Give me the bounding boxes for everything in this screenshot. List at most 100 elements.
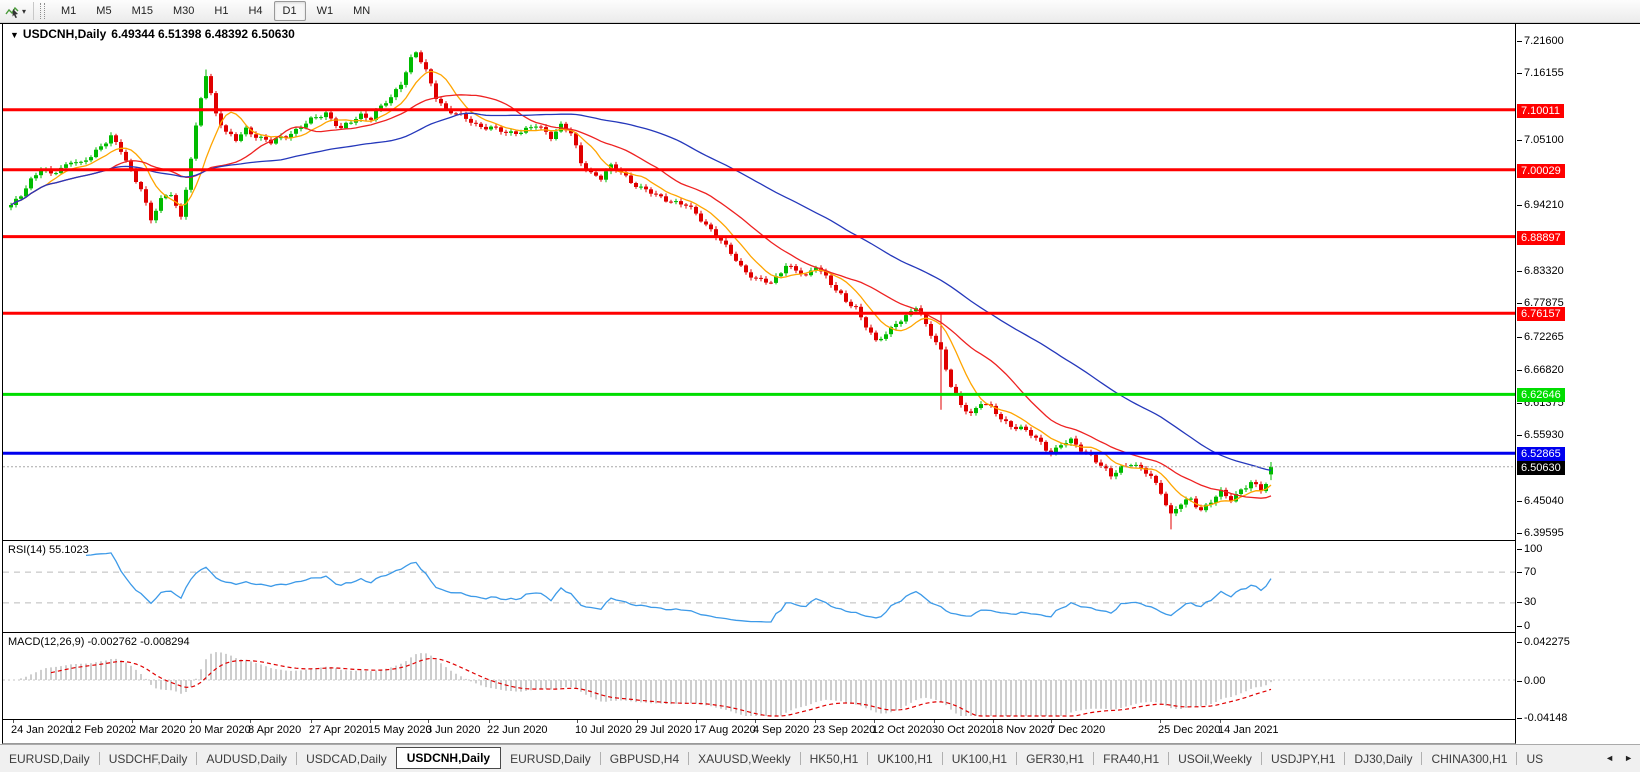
chart-tab-ger30-h1[interactable]: GER30,H1: [1017, 748, 1093, 770]
date-tick-mark: [637, 720, 638, 723]
chart-tab-hk50-h1[interactable]: HK50,H1: [801, 748, 868, 770]
date-axis-label: 22 Jun 2020: [487, 724, 548, 736]
timeframe-button-h1[interactable]: H1: [205, 1, 237, 21]
toolbar-grip: [40, 3, 45, 19]
chart-tab-usdcnh-daily[interactable]: USDCNH,Daily: [396, 747, 501, 769]
date-axis-label: 2 Mar 2020: [130, 724, 186, 736]
date-tick-mark: [815, 720, 816, 723]
date-axis-label: 12 Feb 2020: [69, 724, 131, 736]
rsi-chart[interactable]: [3, 541, 1515, 631]
price-axis-label: 6.66820: [1524, 364, 1564, 376]
tab-scroll-nav: ◄►: [1595, 744, 1638, 772]
chart-tab-audusd-daily[interactable]: AUDUSD,Daily: [197, 748, 296, 770]
date-tick-mark: [132, 720, 133, 723]
chart-panels: ▼USDCNH,Daily6.49344 6.51398 6.48392 6.5…: [2, 24, 1516, 744]
date-axis-label: 18 Nov 2020: [991, 724, 1053, 736]
tool-dropdown-caret-icon[interactable]: ▾: [22, 7, 26, 16]
date-tick-mark: [428, 720, 429, 723]
rsi-axis-label: 70: [1524, 566, 1536, 578]
toolbar-separator: [33, 2, 34, 20]
price-axis-label: 6.72265: [1524, 331, 1564, 343]
timeframe-button-w1[interactable]: W1: [308, 1, 343, 21]
price-axis-label: 6.39595: [1524, 527, 1564, 539]
macd-panel[interactable]: MACD(12,26,9) -0.002762 -0.008294: [3, 633, 1515, 720]
price-axis-label: 6.83320: [1524, 265, 1564, 277]
date-tick-mark: [874, 720, 875, 723]
ma-slow-line: [11, 113, 1271, 470]
chart-tab-us[interactable]: US: [1517, 748, 1552, 770]
level-price-badge: 7.10011: [1517, 104, 1564, 118]
rsi-line: [86, 553, 1271, 622]
date-axis-label: 15 May 2020: [368, 724, 432, 736]
date-axis-label: 17 Aug 2020: [694, 724, 756, 736]
candlestick-chart[interactable]: [3, 24, 1515, 539]
date-axis-label: 3 Jun 2020: [426, 724, 480, 736]
macd-axis-label: 0.00: [1524, 675, 1545, 687]
level-price-badge: 6.52865: [1517, 447, 1565, 461]
date-tick-mark: [191, 720, 192, 723]
chart-tab-usdjpy-h1[interactable]: USDJPY,H1: [1262, 748, 1344, 770]
chart-tab-uk100-h1[interactable]: UK100,H1: [943, 748, 1016, 770]
date-tick-mark: [1220, 720, 1221, 723]
candles-layer: [9, 50, 1273, 529]
date-tick-mark: [370, 720, 371, 723]
date-tick-mark: [489, 720, 490, 723]
tab-scroll-right-icon[interactable]: ►: [1619, 750, 1638, 766]
date-axis-label: 27 Apr 2020: [309, 724, 368, 736]
price-axis-label: 7.05100: [1524, 134, 1564, 146]
macd-axis-label: -0.04148: [1524, 712, 1567, 724]
chart-tab-dj30-daily[interactable]: DJ30,Daily: [1345, 748, 1421, 770]
chart-tab-eurusd-daily[interactable]: EURUSD,Daily: [0, 748, 99, 770]
rsi-axis-label: 0: [1524, 620, 1530, 632]
chart-tab-usdcad-daily[interactable]: USDCAD,Daily: [297, 748, 396, 770]
collapse-caret-icon[interactable]: ▼: [10, 30, 19, 40]
chart-tab-fra40-h1[interactable]: FRA40,H1: [1094, 748, 1168, 770]
price-axis-label: 7.16155: [1524, 67, 1564, 79]
top-toolbar: ▾ M1M5M15M30H1H4D1W1MN: [0, 0, 1640, 23]
timeframe-button-m5[interactable]: M5: [87, 1, 120, 21]
chart-tab-gbpusd-h4[interactable]: GBPUSD,H4: [601, 748, 688, 770]
timeframe-button-m1[interactable]: M1: [52, 1, 85, 21]
chart-workspace: ▼USDCNH,Daily6.49344 6.51398 6.48392 6.5…: [0, 23, 1640, 744]
date-axis-label: 10 Jul 2020: [575, 724, 632, 736]
price-axis-label: 6.45040: [1524, 495, 1564, 507]
chart-tab-usoil-weekly[interactable]: USOil,Weekly: [1169, 748, 1261, 770]
macd-chart[interactable]: [3, 633, 1515, 718]
date-axis-label: 14 Jan 2021: [1218, 724, 1279, 736]
price-axis-label: 6.55930: [1524, 429, 1564, 441]
date-axis: 24 Jan 202012 Feb 20202 Mar 202020 Mar 2…: [3, 720, 1515, 743]
date-tick-mark: [755, 720, 756, 723]
date-axis-label: 25 Dec 2020: [1158, 724, 1220, 736]
timeframe-buttons: M1M5M15M30H1H4D1W1MN: [51, 0, 380, 22]
date-axis-label: 30 Oct 2020: [932, 724, 992, 736]
ma-mid-line: [11, 95, 1271, 498]
timeframe-button-d1[interactable]: D1: [274, 1, 306, 21]
date-tick-mark: [1051, 720, 1052, 723]
timeframe-button-h4[interactable]: H4: [239, 1, 271, 21]
timeframe-button-m15[interactable]: M15: [123, 1, 162, 21]
tab-scroll-left-icon[interactable]: ◄: [1600, 750, 1619, 766]
date-axis-label: 24 Jan 2020: [11, 724, 72, 736]
timeframe-button-mn[interactable]: MN: [344, 1, 379, 21]
date-tick-mark: [1160, 720, 1161, 723]
level-price-badge: 6.76157: [1517, 307, 1565, 321]
chart-tab-uk100-h1[interactable]: UK100,H1: [868, 748, 941, 770]
date-axis-label: 20 Mar 2020: [189, 724, 251, 736]
chart-cursor-icon[interactable]: [3, 3, 21, 19]
chart-tab-usdchf-daily[interactable]: USDCHF,Daily: [100, 748, 197, 770]
timeframe-button-m30[interactable]: M30: [164, 1, 203, 21]
rsi-panel[interactable]: RSI(14) 55.1023: [3, 541, 1515, 633]
date-tick-mark: [13, 720, 14, 723]
date-axis-label: 7 Dec 2020: [1049, 724, 1105, 736]
chart-tab-eurusd-daily[interactable]: EURUSD,Daily: [501, 748, 600, 770]
chart-tab-xauusd-weekly[interactable]: XAUUSD,Weekly: [689, 748, 799, 770]
chart-tab-china300-h1[interactable]: CHINA300,H1: [1422, 748, 1516, 770]
current-price-badge: 6.50630: [1517, 461, 1565, 475]
date-tick-mark: [71, 720, 72, 723]
date-axis-label: 23 Sep 2020: [813, 724, 875, 736]
macd-label: MACD(12,26,9) -0.002762 -0.008294: [8, 636, 190, 648]
chart-title: ▼USDCNH,Daily6.49344 6.51398 6.48392 6.5…: [10, 27, 295, 41]
main-chart-panel[interactable]: ▼USDCNH,Daily6.49344 6.51398 6.48392 6.5…: [3, 24, 1515, 541]
macd-axis-label: 0.042275: [1524, 636, 1570, 648]
chart-ohlc-values: 6.49344 6.51398 6.48392 6.50630: [111, 27, 295, 41]
